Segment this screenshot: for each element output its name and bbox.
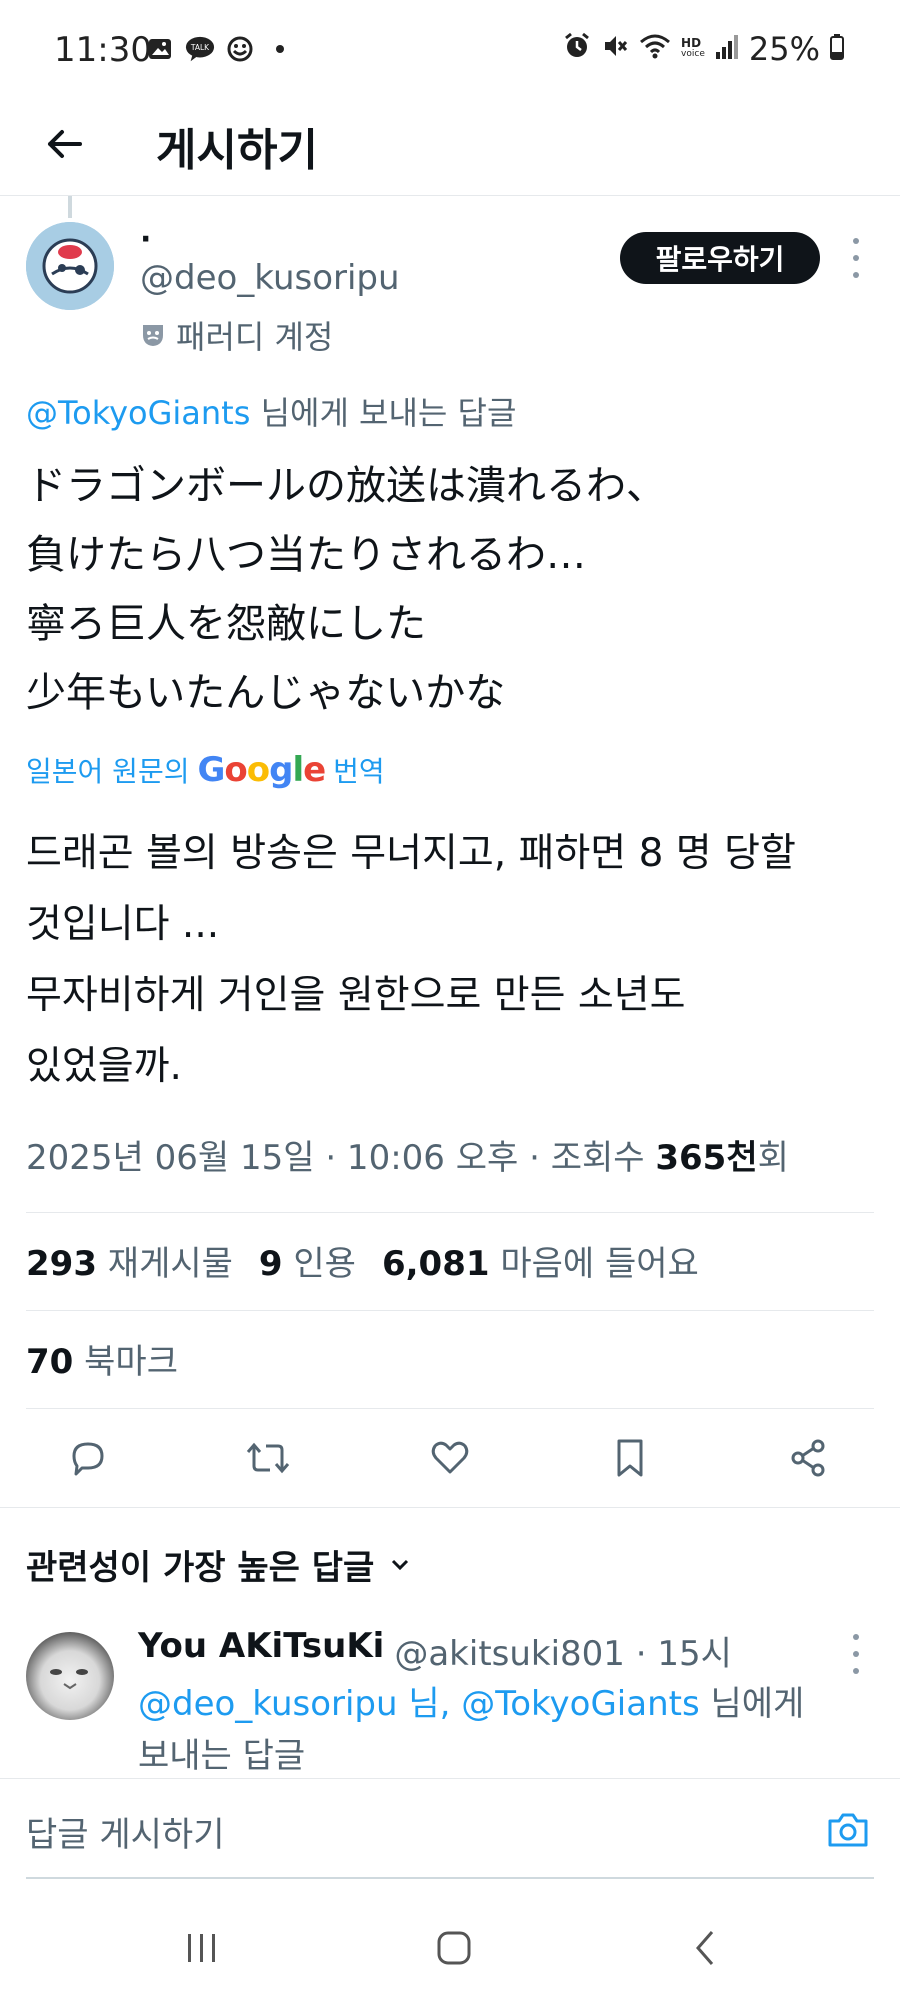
signal-icon: [715, 30, 739, 68]
status-time: 11:30: [54, 30, 152, 70]
voice-label: voice: [681, 49, 705, 59]
reply-more-options-icon[interactable]: [844, 1634, 868, 1674]
hd-voice-icon: HD voice: [681, 36, 705, 60]
divider: [26, 1310, 874, 1311]
dot-icon: [265, 34, 295, 64]
android-nav-bar: [0, 1890, 900, 2000]
translate-prefix: 일본어 원문의: [26, 755, 190, 788]
author-handle[interactable]: @deo_kusoripu: [140, 258, 400, 298]
quotes-count: 9: [258, 1244, 283, 1284]
recent-apps-icon[interactable]: [172, 1920, 232, 1976]
smile-icon: [225, 34, 255, 64]
compose-underline: [26, 1877, 874, 1879]
theater-mask-icon: [143, 325, 163, 346]
status-right: HD voice 25%: [563, 30, 844, 68]
timestamp-row: 2025년 06월 15일 · 10:06 오후 · 조회수 365천회: [26, 1130, 789, 1179]
reply-icon[interactable]: [58, 1428, 118, 1488]
kakao-label: TALK: [190, 43, 210, 52]
translated-line: 것입니다 ...: [26, 902, 220, 947]
translated-line: 드래곤 볼의 방송은 무너지고, 패하면 8 명 당할: [26, 831, 796, 876]
status-bar: 11:30 TALK HD voice 25%: [0, 0, 900, 100]
camera-icon[interactable]: [820, 1801, 876, 1857]
reply-to-mention[interactable]: @TokyoGiants: [26, 394, 250, 432]
reply-line2: 보내는 답글: [138, 1736, 306, 1776]
action-bar: [0, 1410, 900, 1510]
tweet-line: 少年もいたんじゃないかな: [26, 670, 506, 716]
mute-icon: [601, 30, 629, 68]
reply-sort-label: 관련성이 가장 높은 답글: [26, 1548, 375, 1588]
alarm-icon: [563, 30, 591, 68]
likes-count: 6,081: [381, 1244, 490, 1284]
reply-mentions[interactable]: @deo_kusoripu 님, @TokyoGiants: [138, 1684, 700, 1724]
translated-line: 있었을까.: [26, 1044, 182, 1089]
quotes-label: 인용: [293, 1244, 356, 1284]
reply-header: You AKiTsuKi @akitsuki801 · 15시: [138, 1626, 732, 1675]
view-suffix: 회: [757, 1138, 789, 1178]
bookmark-icon[interactable]: [600, 1428, 660, 1488]
back-button[interactable]: [36, 116, 92, 172]
thread-line: [68, 196, 72, 218]
tweet-line: 寧ろ巨人を怨敵にした: [26, 601, 426, 647]
bookmarks-count: 70: [26, 1342, 74, 1382]
reply-body: @deo_kusoripu 님, @TokyoGiants 님에게 보내는 답글: [138, 1678, 838, 1782]
home-icon[interactable]: [424, 1920, 484, 1976]
timestamp: 2025년 06월 15일 · 10:06 오후 · 조회수: [26, 1138, 656, 1178]
follow-button[interactable]: 팔로우하기: [620, 232, 820, 284]
compose-bar: 답글 게시하기: [0, 1778, 900, 1879]
reply-author-name[interactable]: You AKiTsuKi: [138, 1626, 384, 1675]
retweets-count: 293: [26, 1244, 97, 1284]
reply-avatar[interactable]: [26, 1632, 114, 1720]
battery-icon: [830, 30, 844, 68]
tweet-text: ドラゴンボールの放送は潰れるわ、 負けたら八つ当たりされるわ… 寧ろ巨人を怨敵に…: [26, 452, 866, 728]
more-options-icon[interactable]: [844, 238, 868, 278]
chevron-down-icon: [392, 1559, 409, 1570]
parody-label: 패러디 계정: [176, 318, 334, 356]
reply-sort-dropdown[interactable]: 관련성이 가장 높은 답글: [26, 1540, 412, 1589]
status-left-icons: TALK: [145, 34, 295, 64]
author-name[interactable]: ·: [140, 222, 151, 257]
tweet-line: 負けたら八つ当たりされるわ…: [26, 532, 586, 578]
bookmarks-label: 북마크: [84, 1342, 178, 1382]
translated-line: 무자비하게 거인을 원한으로 만든 소년도: [26, 973, 686, 1018]
reply-to-suffix: 님에게 보내는 답글: [250, 394, 517, 432]
retweets-label: 재게시물: [107, 1244, 233, 1284]
gallery-icon: [145, 34, 175, 64]
likes-stat[interactable]: 6,081 마음에 들어요: [382, 1236, 699, 1285]
likes-label: 마음에 들어요: [500, 1244, 699, 1284]
wifi-icon: [639, 30, 671, 68]
like-icon[interactable]: [420, 1428, 480, 1488]
kakaotalk-icon: TALK: [185, 34, 215, 64]
reply-handle-time[interactable]: @akitsuki801 · 15시: [394, 1626, 732, 1675]
divider: [26, 1212, 874, 1213]
retweets-stat[interactable]: 293 재게시물: [26, 1236, 233, 1285]
share-icon[interactable]: [778, 1428, 838, 1488]
top-bar: 게시하기: [0, 100, 900, 196]
reply-to-line: @TokyoGiants 님에게 보내는 답글: [26, 388, 516, 434]
nav-back-icon[interactable]: [676, 1920, 736, 1976]
view-count: 365천: [655, 1138, 758, 1178]
reply-suffix: 님에게: [699, 1684, 805, 1724]
parody-badge: 패러디 계정: [140, 312, 333, 358]
quotes-stat[interactable]: 9 인용: [259, 1236, 356, 1285]
divider: [26, 1408, 874, 1409]
section-separator: [0, 1507, 900, 1508]
tweet-line: ドラゴンボールの放送は潰れるわ、: [26, 463, 666, 509]
translated-text: 드래곤 볼의 방송은 무너지고, 패하면 8 명 당할 것입니다 ... 무자비…: [26, 818, 866, 1102]
bookmarks-stat[interactable]: 70 북마크: [26, 1334, 178, 1383]
translate-link[interactable]: 일본어 원문의 Google 번역: [26, 750, 385, 790]
translate-suffix: 번역: [333, 755, 385, 788]
arrow-left-icon: [48, 130, 82, 158]
google-logo-icon: Google: [197, 750, 326, 790]
retweet-icon[interactable]: [238, 1428, 298, 1488]
hd-label: HD: [681, 36, 702, 50]
reply-compose-input[interactable]: 답글 게시하기: [26, 1807, 225, 1856]
battery-percent: 25%: [748, 30, 820, 68]
page-title: 게시하기: [156, 125, 318, 176]
author-avatar[interactable]: [26, 222, 114, 310]
stats-row: 293 재게시물 9 인용 6,081 마음에 들어요: [26, 1236, 699, 1285]
